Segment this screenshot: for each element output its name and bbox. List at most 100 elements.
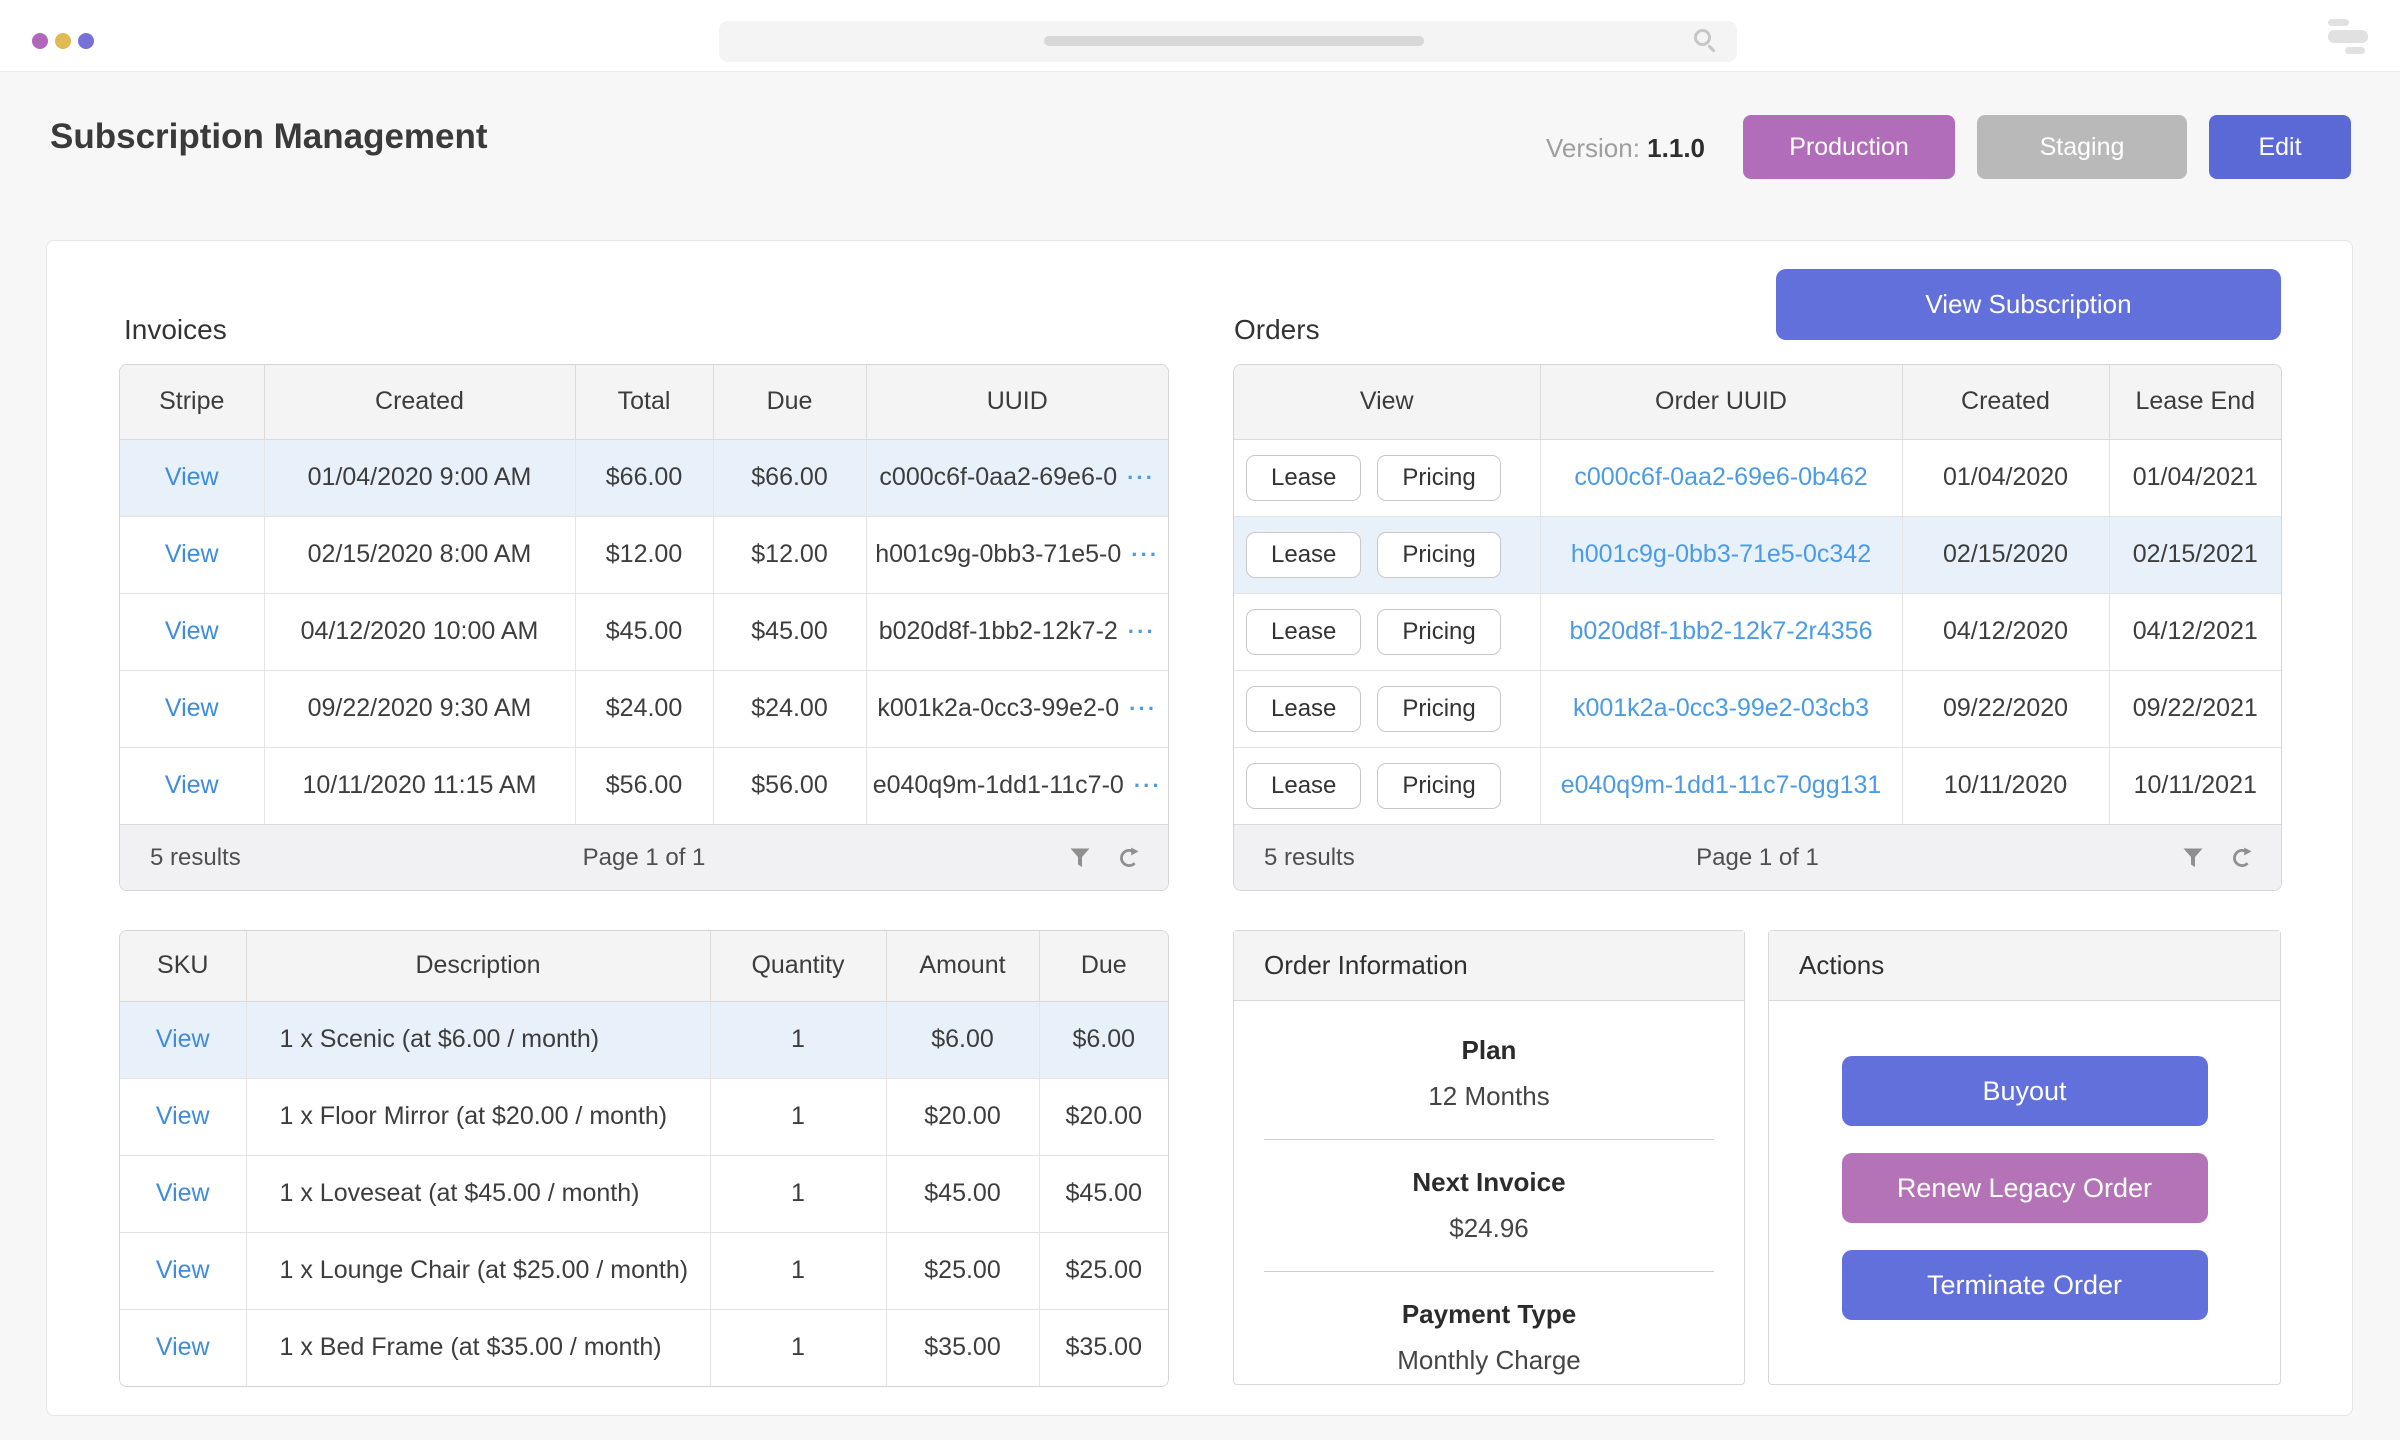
- column-header: Due: [1039, 931, 1168, 1001]
- invoices-section-title: Invoices: [124, 314, 227, 346]
- invoice-total-cell: $24.00: [575, 670, 713, 747]
- invoice-view-link[interactable]: View: [165, 540, 219, 568]
- invoice-due-cell: $12.00: [713, 516, 866, 593]
- pricing-button[interactable]: Pricing: [1377, 763, 1500, 809]
- sku-view-link[interactable]: View: [156, 1256, 210, 1284]
- sku-due-cell: $45.00: [1039, 1155, 1168, 1232]
- sku-description-cell: 1 x Scenic (at $6.00 / month): [246, 1001, 710, 1078]
- browser-address-bar[interactable]: [719, 21, 1737, 62]
- pricing-button[interactable]: Pricing: [1377, 455, 1500, 501]
- invoice-view-link[interactable]: View: [165, 771, 219, 799]
- invoice-uuid-text: c000c6f-0aa2-69e6-0: [879, 463, 1117, 491]
- production-button[interactable]: Production: [1743, 115, 1955, 179]
- sku-description-cell: 1 x Bed Frame (at $35.00 / month): [246, 1309, 710, 1386]
- lease-button[interactable]: Lease: [1246, 763, 1361, 809]
- version-value: 1.1.0: [1647, 133, 1705, 163]
- window-control-dot-2[interactable]: [55, 33, 71, 49]
- invoice-view-link[interactable]: View: [165, 694, 219, 722]
- column-header: UUID: [866, 365, 1168, 439]
- invoice-view-link[interactable]: View: [165, 617, 219, 645]
- sku-quantity-cell: 1: [710, 1309, 886, 1386]
- sku-amount-cell: $20.00: [886, 1078, 1039, 1155]
- lease-button[interactable]: Lease: [1246, 455, 1361, 501]
- order-uuid-link[interactable]: h001c9g-0bb3-71e5-0c342: [1571, 540, 1871, 568]
- buyout-button[interactable]: Buyout: [1842, 1056, 2208, 1126]
- column-header: Lease End: [2109, 365, 2281, 439]
- sku-cell: View: [120, 1001, 246, 1078]
- column-header: Description: [246, 931, 710, 1001]
- order-uuid-link[interactable]: k001k2a-0cc3-99e2-03cb3: [1573, 694, 1869, 722]
- view-subscription-button[interactable]: View Subscription: [1776, 269, 2281, 340]
- invoice-due-cell: $56.00: [713, 747, 866, 824]
- renew-legacy-order-button[interactable]: Renew Legacy Order: [1842, 1153, 2208, 1223]
- pricing-button[interactable]: Pricing: [1377, 532, 1500, 578]
- column-header: SKU: [120, 931, 246, 1001]
- order-uuid-link[interactable]: e040q9m-1dd1-11c7-0gg131: [1561, 771, 1882, 799]
- order-created-cell: 10/11/2020: [1902, 747, 2109, 824]
- terminate-order-button[interactable]: Terminate Order: [1842, 1250, 2208, 1320]
- uuid-expand-ellipsis[interactable]: ···: [1127, 465, 1155, 490]
- sku-description-cell: 1 x Loveseat (at $45.00 / month): [246, 1155, 710, 1232]
- version-info: Version: 1.1.0: [1500, 133, 1705, 164]
- page-indicator: Page 1 of 1: [1234, 825, 2281, 890]
- filter-icon[interactable]: [2182, 847, 2204, 869]
- sku-quantity-cell: 1: [710, 1232, 886, 1309]
- menu-bar-1: [2328, 19, 2349, 26]
- invoice-row: View02/15/2020 8:00 AM$12.00$12.00h001c9…: [120, 516, 1168, 593]
- lease-button[interactable]: Lease: [1246, 686, 1361, 732]
- column-header: Stripe: [120, 365, 264, 439]
- next-invoice-label: Next Invoice: [1234, 1167, 1744, 1198]
- uuid-expand-ellipsis[interactable]: ···: [1128, 619, 1156, 644]
- actions-title: Actions: [1769, 931, 2280, 1001]
- window-control-dot-1[interactable]: [32, 33, 48, 49]
- lease-button[interactable]: Lease: [1246, 532, 1361, 578]
- sku-due-cell: $25.00: [1039, 1232, 1168, 1309]
- invoice-due-cell: $45.00: [713, 593, 866, 670]
- window-control-dot-3[interactable]: [78, 33, 94, 49]
- sku-row: View1 x Loveseat (at $45.00 / month)1$45…: [120, 1155, 1168, 1232]
- page-indicator: Page 1 of 1: [120, 825, 1168, 890]
- order-uuid-link[interactable]: c000c6f-0aa2-69e6-0b462: [1574, 463, 1867, 491]
- order-view-cell: Lease Pricing: [1234, 593, 1540, 670]
- order-uuid-link[interactable]: b020d8f-1bb2-12k7-2r4356: [1569, 617, 1872, 645]
- invoice-uuid-text: e040q9m-1dd1-11c7-0: [873, 771, 1124, 799]
- invoice-created-cell: 10/11/2020 11:15 AM: [264, 747, 575, 824]
- edit-button[interactable]: Edit: [2209, 115, 2351, 179]
- invoice-view-link[interactable]: View: [165, 463, 219, 491]
- sku-view-link[interactable]: View: [156, 1333, 210, 1361]
- plan-label: Plan: [1234, 1035, 1744, 1066]
- browser-menu-icon[interactable]: [2328, 19, 2368, 55]
- lease-button[interactable]: Lease: [1246, 609, 1361, 655]
- sku-amount-cell: $25.00: [886, 1232, 1039, 1309]
- order-lease-end-cell: 02/15/2021: [2109, 516, 2281, 593]
- sku-quantity-cell: 1: [710, 1001, 886, 1078]
- invoice-stripe-cell: View: [120, 516, 264, 593]
- order-created-cell: 02/15/2020: [1902, 516, 2109, 593]
- order-row: Lease Pricing e040q9m-1dd1-11c7-0gg131 10/1…: [1234, 747, 2281, 824]
- column-header: Amount: [886, 931, 1039, 1001]
- pricing-button[interactable]: Pricing: [1377, 686, 1500, 732]
- invoice-uuid-text: k001k2a-0cc3-99e2-0: [877, 694, 1119, 722]
- menu-bar-2: [2328, 30, 2368, 43]
- refresh-icon[interactable]: [2230, 847, 2253, 869]
- uuid-expand-ellipsis[interactable]: ···: [1134, 773, 1162, 798]
- uuid-expand-ellipsis[interactable]: ···: [1131, 542, 1159, 567]
- filter-icon[interactable]: [1069, 847, 1091, 869]
- column-header: View: [1234, 365, 1540, 439]
- invoice-created-cell: 09/22/2020 9:30 AM: [264, 670, 575, 747]
- sku-view-link[interactable]: View: [156, 1102, 210, 1130]
- sku-view-link[interactable]: View: [156, 1025, 210, 1053]
- sku-description-cell: 1 x Lounge Chair (at $25.00 / month): [246, 1232, 710, 1309]
- invoice-due-cell: $24.00: [713, 670, 866, 747]
- order-lease-end-cell: 09/22/2021: [2109, 670, 2281, 747]
- sku-view-link[interactable]: View: [156, 1179, 210, 1207]
- order-created-cell: 09/22/2020: [1902, 670, 2109, 747]
- pricing-button[interactable]: Pricing: [1377, 609, 1500, 655]
- staging-button[interactable]: Staging: [1977, 115, 2187, 179]
- orders-section-title: Orders: [1234, 314, 1320, 346]
- refresh-icon[interactable]: [1117, 847, 1140, 869]
- sku-due-cell: $6.00: [1039, 1001, 1168, 1078]
- invoice-row: View09/22/2020 9:30 AM$24.00$24.00k001k2…: [120, 670, 1168, 747]
- order-information-title: Order Information: [1234, 931, 1744, 1001]
- uuid-expand-ellipsis[interactable]: ···: [1129, 696, 1157, 721]
